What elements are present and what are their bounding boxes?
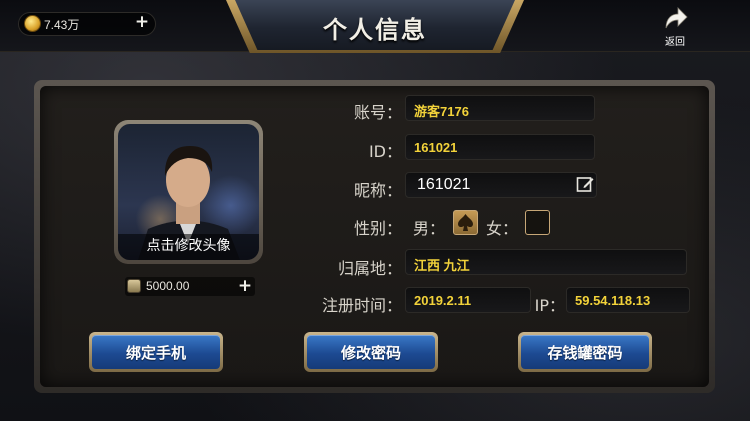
female-label: 女： <box>486 219 519 238</box>
bind-phone-label: 绑定手机 <box>125 344 186 362</box>
male-label: 男： <box>413 219 446 238</box>
change-avatar-caption[interactable]: 点击修改头像 <box>118 234 259 260</box>
add-coins-plus-icon[interactable]: + <box>133 13 151 31</box>
spade-icon <box>458 214 473 231</box>
gender-label: 性别： <box>353 219 402 238</box>
id-value: 161021 <box>414 140 458 155</box>
add-balance-plus-icon[interactable]: + <box>236 277 254 295</box>
account-value: 游客7176 <box>414 104 469 119</box>
id-label: ID： <box>368 142 402 161</box>
account-label: 账号： <box>353 103 402 122</box>
region-value: 江西 九江 <box>414 258 470 273</box>
nickname-value: 161021 <box>417 176 471 193</box>
region-label: 归属地： <box>337 259 402 278</box>
balance-amount: 5000.00 <box>146 279 190 293</box>
balance-icon <box>127 279 141 293</box>
back-arrow-icon <box>665 7 688 29</box>
coin-amount: 7.43万 <box>44 18 80 32</box>
ip-value: 59.54.118.13 <box>575 293 651 308</box>
female-checkbox[interactable] <box>525 210 550 235</box>
back-button[interactable]: 返回 <box>656 6 694 48</box>
bind-phone-button[interactable]: 绑定手机 <box>89 332 223 372</box>
back-label: 返回 <box>665 37 685 48</box>
vault-password-label: 存钱罐密码 <box>547 344 623 362</box>
edit-icon[interactable] <box>576 175 594 193</box>
register-time-value: 2019.2.11 <box>414 293 472 308</box>
vault-password-button[interactable]: 存钱罐密码 <box>518 332 652 372</box>
nickname-label: 昵称： <box>353 181 402 200</box>
ip-label: IP： <box>534 296 565 315</box>
register-time-label: 注册时间： <box>321 296 402 315</box>
coin-icon <box>24 15 41 32</box>
change-password-label: 修改密码 <box>340 344 401 362</box>
change-password-button[interactable]: 修改密码 <box>304 332 438 372</box>
page-title: 个人信息 <box>323 16 427 44</box>
